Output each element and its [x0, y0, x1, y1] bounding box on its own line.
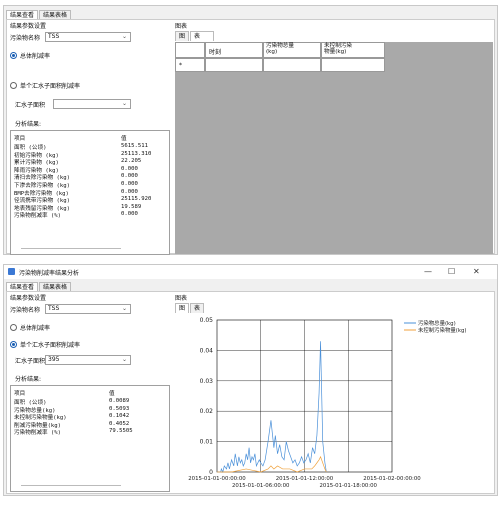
x-tick-label: 2015-01-02-00:00:00	[363, 476, 421, 482]
chevron-down-icon: ⌄	[121, 33, 127, 40]
grid-header-total-label: 污染物总量 (kg)	[266, 43, 294, 55]
analysis-result-table: 项目 值 面积 (公顷) 5615.511 初始污染物 (kg) 25113.310 累…	[10, 130, 170, 255]
result-item-value: 19.589	[121, 203, 142, 210]
y-tick-label: 0.03	[200, 378, 214, 385]
y-tick-label: 0.05	[200, 317, 214, 324]
grid-cell[interactable]	[263, 58, 321, 72]
scrollbar-track[interactable]	[21, 485, 121, 486]
result-item-value: 0.5093	[109, 405, 130, 412]
radio-single-catchment[interactable]: 单个汇水子面积削减率	[10, 340, 80, 349]
chevron-down-icon: ⌄	[121, 356, 127, 363]
y-tick-label: 0	[209, 469, 213, 476]
catchment-select[interactable]: ⌄	[53, 99, 131, 109]
chevron-down-icon: ⌄	[121, 305, 127, 312]
radio-total-reduction[interactable]: 总体削减率	[10, 323, 50, 332]
result-item-value: 0.1042	[109, 413, 130, 420]
result-item-value: 0.000	[121, 181, 138, 187]
col-header-item: 项目	[14, 136, 26, 142]
result-item-value: 0.0089	[109, 398, 130, 404]
tab-table[interactable]: 表	[190, 31, 215, 41]
app-icon	[8, 268, 15, 275]
x-tick-label: 2015-01-01-00:00:00	[188, 476, 246, 482]
radio-total-label: 总体削减率	[20, 53, 51, 60]
grid-header-uncontrolled[interactable]: 未控制污染 物量(kg)	[321, 42, 385, 58]
radio-total-label: 总体削减率	[20, 325, 51, 332]
catchment-label: 汇水子面积	[15, 358, 46, 365]
pollutant-label: 污染物名称	[10, 35, 41, 42]
analysis-result-label: 分析结果:	[15, 376, 42, 383]
legend-label-1: 未控制污染物量(kg)	[418, 326, 466, 334]
col-header-value: 值	[109, 391, 115, 397]
result-item-value: 0.000	[121, 165, 138, 172]
result-item-value: 0.000	[121, 173, 138, 180]
data-grid-area: 时刻 污染物总量 (kg) 未控制污染 物量(kg) *	[175, 42, 493, 254]
title-bar: 污染物削减率结果分析 — ☐ ✕	[4, 265, 497, 279]
pollutant-label: 污染物名称	[10, 307, 41, 314]
pollutant-select[interactable]: TSS ⌄	[45, 304, 131, 314]
result-item-value: 25115.920	[121, 196, 152, 203]
tab-chart[interactable]: 图	[175, 31, 190, 41]
y-tick-label: 0.01	[200, 439, 214, 446]
radio-total-reduction[interactable]: 总体削减率	[10, 51, 50, 60]
bottom-tab-page: 结果参数设置 污染物名称 TSS ⌄ 总体削减率 单个汇水子面积削减率 汇水子面积…	[6, 291, 495, 494]
analysis-result-label: 分析结果:	[15, 121, 42, 128]
y-tick-label: 0.04	[200, 347, 214, 354]
grid-header-uncontrolled-label: 未控制污染 物量(kg)	[324, 43, 352, 55]
grid-corner	[175, 42, 205, 58]
close-icon[interactable]: ✕	[473, 267, 480, 276]
result-item-value: 5615.511	[121, 143, 148, 149]
data-grid: 时刻 污染物总量 (kg) 未控制污染 物量(kg) *	[175, 42, 385, 73]
result-item-value: 22.205	[121, 158, 142, 165]
catchment-select[interactable]: 395 ⌄	[45, 355, 131, 365]
chart-tabbar: 图 表	[175, 29, 215, 41]
x-tick-label: 2015-01-01-18:00:00	[320, 483, 378, 489]
catchment-label: 汇水子面积	[15, 102, 46, 109]
analysis-result-table: 项目 值 面积 (公顷) 0.0089 污染物总量(kg) 0.5093 未控制污染物量…	[10, 385, 170, 492]
grid-cell[interactable]	[321, 58, 385, 72]
radio-selected-icon	[10, 52, 17, 59]
window-title: 污染物削减率结果分析	[19, 270, 80, 277]
y-tick-label: 0.02	[200, 408, 214, 415]
result-item-label: 污染物削减率 (%)	[14, 430, 62, 437]
pollutant-select[interactable]: TSS ⌄	[45, 32, 131, 42]
result-item-value: 79.5505	[109, 428, 133, 435]
radio-unselected-icon	[10, 82, 17, 89]
param-group-title: 结果参数设置	[10, 295, 47, 302]
result-item-value: 0.000	[121, 211, 138, 218]
col-header-value: 值	[121, 136, 127, 142]
reduction-analysis-window: 污染物削减率结果分析 — ☐ ✕ 结果查看 结果表格 结果参数设置 污染物名称 …	[3, 264, 498, 496]
result-item-value: 0.000	[121, 188, 138, 195]
grid-new-row-glyph: *	[179, 62, 182, 69]
grid-new-row-marker: *	[175, 58, 205, 72]
top-tab-page: 结果参数设置 污染物名称 TSS ⌄ 总体削减率 单个汇水子面积削减率 汇水子面积…	[6, 19, 495, 255]
result-item-label: 污染物削减率 (%)	[14, 213, 62, 220]
legend-label-0: 污染物总量(kg)	[418, 319, 456, 327]
grid-cell[interactable]	[205, 58, 263, 72]
radio-selected-icon	[10, 341, 17, 348]
radio-single-label: 单个汇水子面积削减率	[20, 342, 81, 349]
result-item-value: 0.4052	[109, 420, 130, 427]
top-result-window: 结果查看 结果表格 结果参数设置 污染物名称 TSS ⌄ 总体削减率 单个汇水子面…	[3, 5, 498, 255]
x-tick-label: 2015-01-01-06:00:00	[232, 483, 290, 489]
radio-single-catchment[interactable]: 单个汇水子面积削减率	[10, 81, 80, 90]
grid-header-time-label: 时刻	[209, 49, 222, 56]
minimize-icon[interactable]: —	[424, 267, 432, 276]
scrollbar-track[interactable]	[21, 248, 121, 249]
grid-header-total[interactable]: 污染物总量 (kg)	[263, 42, 321, 58]
chevron-down-icon: ⌄	[121, 100, 127, 107]
result-item-value: 25113.310	[121, 150, 152, 157]
radio-single-label: 单个汇水子面积削减率	[20, 83, 81, 90]
maximize-icon[interactable]: ☐	[448, 267, 455, 276]
grid-header-time[interactable]: 时刻	[205, 42, 263, 58]
col-header-item: 项目	[14, 391, 26, 397]
param-group-title: 结果参数设置	[10, 23, 47, 30]
x-tick-label: 2015-01-01-12:00:00	[276, 476, 334, 482]
reduction-line-chart: 0 0.01 0.02 0.03 0.04 0.05 2015-01-01-00:00:00…	[188, 317, 466, 489]
radio-unselected-icon	[10, 324, 17, 331]
